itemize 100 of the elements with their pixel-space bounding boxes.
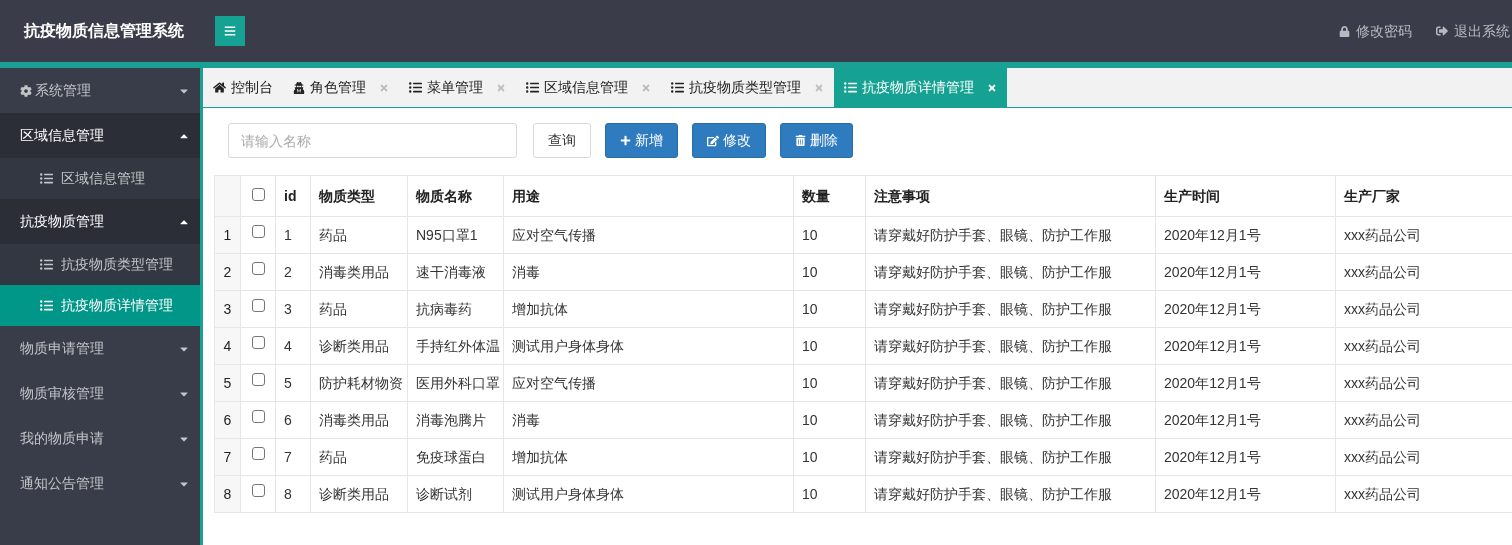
table-cell: 速干消毒液 xyxy=(416,263,486,280)
gear-icon xyxy=(20,84,32,97)
column-header: 生产厂家 xyxy=(1344,187,1400,204)
table-cell: 诊断类用品 xyxy=(319,337,389,354)
delete-button[interactable]: 删除 xyxy=(780,123,853,158)
checkbox[interactable] xyxy=(251,484,265,497)
table-cell: 7 xyxy=(284,448,292,465)
column-header: 物质类型 xyxy=(319,187,375,204)
column-header: 用途 xyxy=(512,187,540,204)
sidebar-group[interactable]: 区域信息管理 xyxy=(0,113,200,158)
table-cell: 医用外科口罩 xyxy=(416,374,500,391)
sidebar-group[interactable]: 系统管理 xyxy=(0,68,200,113)
checkbox[interactable] xyxy=(251,373,265,386)
app-title: 抗疫物质信息管理系统 xyxy=(22,21,185,41)
sidebar-group[interactable]: 抗疫物质管理 xyxy=(0,199,200,244)
table-cell: 2020年12月1号 xyxy=(1164,226,1261,243)
table-cell: 诊断类用品 xyxy=(319,485,389,502)
list-icon xyxy=(40,299,53,312)
table-cell: 药品 xyxy=(319,448,347,465)
table-cell: 请穿戴好防护手套、眼镜、防护工作服 xyxy=(874,411,1112,428)
sidebar-group[interactable]: 物质审核管理 xyxy=(0,371,200,416)
table-cell: 消毒类用品 xyxy=(319,263,389,280)
tab[interactable]: 抗疫物质类型管理 xyxy=(661,68,834,107)
table-cell: 4 xyxy=(284,337,292,354)
close-icon[interactable] xyxy=(987,82,997,93)
table-cell: 增加抗体 xyxy=(512,448,568,465)
home-icon xyxy=(213,81,226,94)
edit-button[interactable]: 修改 xyxy=(692,123,766,158)
checkbox[interactable] xyxy=(251,299,265,312)
table-cell: 10 xyxy=(802,226,818,243)
checkbox[interactable] xyxy=(251,447,265,460)
table-cell: xxx药品公司 xyxy=(1344,263,1421,280)
table-cell: 2 xyxy=(284,263,292,280)
menu-toggle-button[interactable] xyxy=(215,16,245,46)
table-cell: 消毒泡腾片 xyxy=(416,411,486,428)
table-cell: 消毒 xyxy=(512,263,540,280)
table-cell: 请穿戴好防护手套、眼镜、防护工作服 xyxy=(874,448,1112,465)
sidebar-item[interactable]: 抗疫物质类型管理 xyxy=(0,244,200,285)
table-cell: 抗病毒药 xyxy=(416,300,472,317)
edit-icon xyxy=(707,134,719,147)
table-cell: xxx药品公司 xyxy=(1344,448,1421,465)
tab[interactable]: 区域信息管理 xyxy=(516,68,661,107)
tab[interactable]: 菜单管理 xyxy=(399,68,516,107)
table-cell: 2020年12月1号 xyxy=(1164,448,1261,465)
row-number: 8 xyxy=(223,485,232,502)
row-number: 7 xyxy=(223,448,232,465)
table-cell: 测试用户身体身体 xyxy=(512,337,624,354)
lock-icon xyxy=(1339,25,1350,37)
checkbox[interactable] xyxy=(251,225,265,238)
checkbox[interactable] xyxy=(251,336,265,349)
add-button[interactable]: 新增 xyxy=(605,123,678,158)
checkbox[interactable] xyxy=(251,262,265,275)
row-number: 4 xyxy=(223,337,232,354)
list-icon xyxy=(40,172,53,185)
table-cell: 请穿戴好防护手套、眼镜、防护工作服 xyxy=(874,374,1112,391)
checkbox[interactable] xyxy=(251,187,265,201)
sidebar-item[interactable]: 区域信息管理 xyxy=(0,158,200,199)
row-number: 1 xyxy=(223,226,232,243)
table-cell: xxx药品公司 xyxy=(1344,226,1421,243)
user-icon xyxy=(293,81,305,94)
list-icon xyxy=(526,81,539,94)
sidebar-item[interactable]: 抗疫物质详情管理 xyxy=(0,285,200,326)
table-cell: xxx药品公司 xyxy=(1344,485,1421,502)
column-header: 物质名称 xyxy=(416,187,472,204)
table-cell: 药品 xyxy=(319,300,347,317)
column-header: 生产时间 xyxy=(1164,187,1220,204)
table-cell: 1 xyxy=(284,226,292,243)
table-cell: 6 xyxy=(284,411,292,428)
row-number: 6 xyxy=(223,411,232,428)
list-icon xyxy=(409,81,422,94)
checkbox[interactable] xyxy=(251,410,265,423)
column-header: 注意事项 xyxy=(874,187,930,204)
header-link[interactable]: 修改密码 xyxy=(1339,20,1412,42)
column-header: id xyxy=(284,187,297,204)
list-icon xyxy=(40,258,53,271)
table-cell: 10 xyxy=(802,485,818,502)
tab[interactable]: 角色管理 xyxy=(283,68,399,107)
table-cell: 2020年12月1号 xyxy=(1164,300,1261,317)
sidebar-group[interactable]: 通知公告管理 xyxy=(0,461,200,506)
plus-icon xyxy=(620,135,631,146)
trash-icon xyxy=(795,135,806,146)
table-cell: 2020年12月1号 xyxy=(1164,411,1261,428)
row-number: 3 xyxy=(223,300,232,317)
header-link[interactable]: 退出系统 xyxy=(1436,20,1510,42)
table-cell: 10 xyxy=(802,411,818,428)
search-field[interactable]: 请输入名称 xyxy=(228,123,517,158)
tab[interactable]: 控制台 xyxy=(203,68,283,107)
table-cell: xxx药品公司 xyxy=(1344,337,1421,354)
sidebar-group[interactable]: 我的物质申请 xyxy=(0,416,200,461)
table-cell: 2020年12月1号 xyxy=(1164,263,1261,280)
table-cell: 消毒 xyxy=(512,411,540,428)
table-cell: 增加抗体 xyxy=(512,300,568,317)
table-cell: 药品 xyxy=(319,226,347,243)
query-button[interactable]: 查询 xyxy=(533,123,591,158)
table-cell: 请穿戴好防护手套、眼镜、防护工作服 xyxy=(874,337,1112,354)
table-cell: 请穿戴好防护手套、眼镜、防护工作服 xyxy=(874,263,1112,280)
table-cell: 10 xyxy=(802,374,818,391)
sidebar-group[interactable]: 物质申请管理 xyxy=(0,326,200,371)
table-cell: xxx药品公司 xyxy=(1344,374,1421,391)
column-header: 数量 xyxy=(802,187,830,204)
